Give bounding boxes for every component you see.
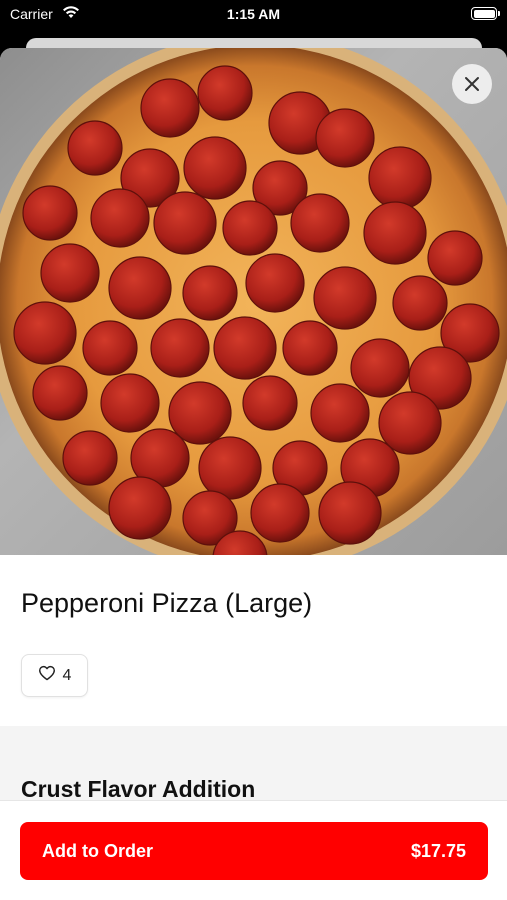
pepperoni-slice	[108, 476, 172, 540]
pepperoni-slice	[250, 483, 310, 543]
pepperoni-slice	[153, 191, 217, 255]
pepperoni-slice	[213, 316, 277, 380]
pepperoni-slice	[310, 383, 370, 443]
close-button[interactable]	[452, 64, 492, 104]
pepperoni-slice	[67, 120, 123, 176]
pepperoni-slice	[82, 320, 138, 376]
pepperoni-slice	[150, 318, 210, 378]
pepperoni-slice	[182, 265, 238, 321]
pepperoni-slice	[22, 185, 78, 241]
pepperoni-slice	[62, 430, 118, 486]
like-count: 4	[62, 666, 72, 684]
pepperoni-slice	[282, 320, 338, 376]
pepperoni-slice	[368, 146, 432, 210]
pepperoni-slice	[32, 365, 88, 421]
clock: 1:15 AM	[226, 6, 281, 22]
pepperoni-slice	[13, 301, 77, 365]
pepperoni-slice	[318, 481, 382, 545]
order-footer: Add to Order $17.75	[0, 800, 507, 900]
pepperoni-slice	[350, 338, 410, 398]
add-to-order-button[interactable]: Add to Order $17.75	[20, 822, 488, 880]
pizza-illustration	[0, 48, 507, 555]
order-price: $17.75	[410, 840, 466, 861]
pepperoni-slice	[315, 108, 375, 168]
pepperoni-slice	[392, 275, 448, 331]
pepperoni-slice	[140, 78, 200, 138]
pepperoni-slice	[40, 243, 100, 303]
pepperoni-slice	[168, 381, 232, 445]
pepperoni-slice	[378, 391, 442, 455]
like-button[interactable]: 4	[21, 654, 88, 697]
pepperoni-slice	[197, 65, 253, 121]
pepperoni-slice	[90, 188, 150, 248]
status-bar: Carrier 1:15 AM	[0, 0, 507, 28]
pepperoni-slice	[100, 373, 160, 433]
pizza-image	[0, 48, 507, 555]
option-section-title: Crust Flavor Addition	[21, 776, 256, 802]
pepperoni-slice	[290, 193, 350, 253]
pepperoni-slice	[222, 200, 278, 256]
heart-icon	[38, 665, 56, 686]
pepperoni-slice	[108, 256, 172, 320]
pepperoni-slice	[427, 230, 483, 286]
add-to-order-label: Add to Order	[42, 840, 153, 861]
battery-icon	[471, 7, 500, 20]
pepperoni-slice	[363, 201, 427, 265]
item-title: Pepperoni Pizza (Large)	[21, 588, 313, 618]
item-detail-sheet: Pepperoni Pizza (Large) 4 Crust Flavor A…	[0, 48, 507, 900]
pepperoni-slice	[242, 375, 298, 431]
pepperoni-slice	[198, 436, 262, 500]
close-icon	[464, 76, 480, 92]
pepperoni-slice	[245, 253, 305, 313]
pepperoni-slice	[313, 266, 377, 330]
pepperoni-slice	[183, 136, 247, 200]
